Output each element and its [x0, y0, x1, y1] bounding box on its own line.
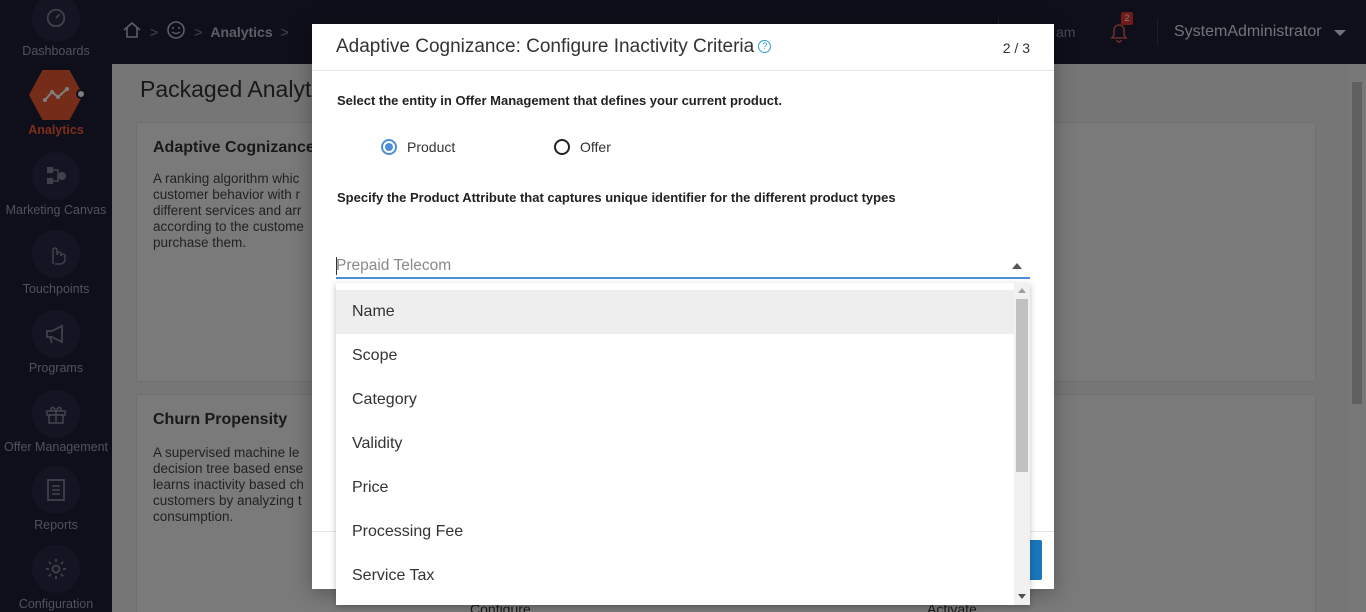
text-cursor: [336, 257, 337, 275]
scrollbar-thumb[interactable]: [1016, 299, 1028, 472]
attribute-question: Specify the Product Attribute that captu…: [337, 190, 896, 205]
help-icon[interactable]: ?: [758, 40, 772, 54]
dropdown-option-processing-fee[interactable]: Processing Fee: [336, 510, 1014, 554]
chevron-up-icon[interactable]: [1012, 263, 1022, 269]
radio-product[interactable]: Product: [381, 139, 455, 155]
dropdown-option-category[interactable]: Category: [336, 378, 1014, 422]
dropdown-option-name[interactable]: Name: [336, 290, 1014, 334]
scroll-down-arrow-icon[interactable]: [1018, 594, 1026, 599]
attribute-dropdown-list: Name Scope Category Validity Price Proce…: [336, 283, 1030, 605]
dropdown-option-service-tax[interactable]: Service Tax: [336, 554, 1014, 598]
dropdown-option-validity[interactable]: Validity: [336, 422, 1014, 466]
step-indicator: 2 / 3: [1002, 40, 1030, 56]
scroll-up-arrow-icon[interactable]: [1018, 288, 1026, 293]
radio-unchecked-icon[interactable]: [554, 139, 570, 155]
radio-checked-icon[interactable]: [381, 139, 397, 155]
dropdown-scrollbar[interactable]: [1014, 283, 1030, 605]
modal-title: Adaptive Cognizance: Configure Inactivit…: [336, 36, 772, 58]
modal-title-text: Adaptive Cognizance: Configure Inactivit…: [336, 36, 755, 57]
dropdown-option-scope[interactable]: Scope: [336, 334, 1014, 378]
radio-offer[interactable]: Offer: [554, 139, 611, 155]
radio-label: Offer: [580, 139, 611, 155]
modal-header: Adaptive Cognizance: Configure Inactivit…: [312, 24, 1054, 71]
radio-label: Product: [407, 139, 456, 155]
product-attribute-select[interactable]: [336, 254, 1030, 279]
dropdown-option-price[interactable]: Price: [336, 466, 1014, 510]
entity-question: Select the entity in Offer Management th…: [337, 93, 782, 108]
